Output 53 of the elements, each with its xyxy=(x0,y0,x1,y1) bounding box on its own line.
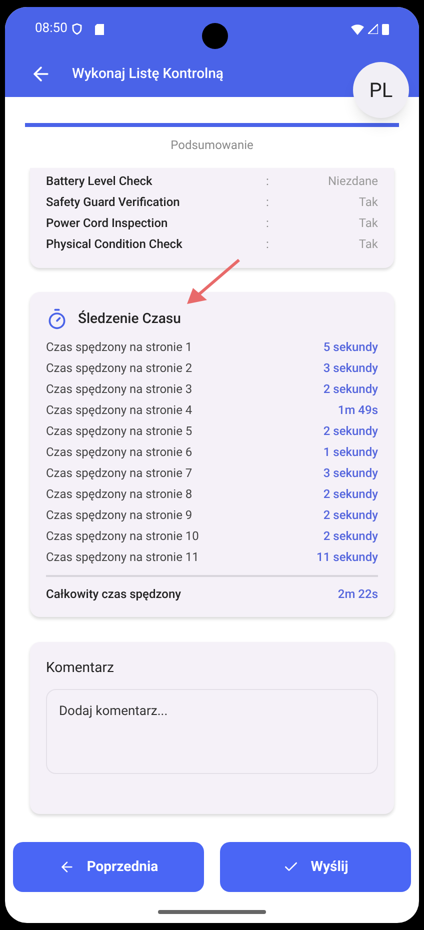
page-time-label: Czas spędzony na stronie 11 xyxy=(46,548,199,566)
camera-cutout xyxy=(202,23,228,49)
battery-icon xyxy=(382,23,389,35)
status-time: 08:50 xyxy=(35,20,68,38)
check-result: Tak xyxy=(358,236,378,252)
page-time-label: Czas spędzony na stronie 2 xyxy=(46,360,192,376)
signal-icon xyxy=(368,24,378,34)
separator: : xyxy=(266,214,269,232)
check-name: Physical Condition Check xyxy=(46,236,184,252)
page-time-label: Czas spędzony na stronie 10 xyxy=(46,528,199,544)
check-name: Battery Level Check xyxy=(46,172,154,190)
page-time-value: 2 sekundy xyxy=(323,506,378,524)
comment-title: Komentarz xyxy=(46,659,115,678)
page-time-label: Czas spędzony na stronie 7 xyxy=(46,464,192,482)
wifi-icon xyxy=(351,24,364,34)
separator: : xyxy=(266,194,269,210)
page-time-value: 2 sekundy xyxy=(323,380,378,398)
sd-card-icon xyxy=(95,24,104,34)
page-time-label: Czas spędzony na stronie 8 xyxy=(46,486,192,502)
check-result: Niezdane xyxy=(328,172,378,190)
page-time-value: 1m 49s xyxy=(338,402,378,418)
check-result: Tak xyxy=(358,214,378,232)
avatar-button[interactable]: PL xyxy=(353,62,409,118)
check-result: Tak xyxy=(358,194,378,210)
separator: : xyxy=(266,172,269,190)
page-time-label: Czas spędzony na stronie 6 xyxy=(46,444,192,460)
timer-icon xyxy=(46,308,68,330)
page-time-label: Czas spędzony na stronie 4 xyxy=(46,402,192,418)
separator: : xyxy=(266,236,269,252)
shield-icon xyxy=(71,23,84,35)
check-name: Power Cord Inspection xyxy=(46,214,169,232)
total-time-label: Całkowity czas spędzony xyxy=(46,586,182,603)
page-time-label: Czas spędzony na stronie 1 xyxy=(46,338,192,356)
previous-button[interactable]: Poprzednia xyxy=(13,842,204,892)
page-time-value: 2 sekundy xyxy=(323,486,378,502)
check-name: Safety Guard Verification xyxy=(46,194,181,210)
arrow-left-icon xyxy=(58,859,75,875)
total-time-value: 2m 22s xyxy=(338,586,378,603)
page-time-label: Czas spędzony na stronie 5 xyxy=(46,422,192,440)
page-time-value: 3 sekundy xyxy=(323,464,378,482)
page-time-value: 1 sekundy xyxy=(323,444,378,460)
page-time-value: 3 sekundy xyxy=(323,360,378,376)
comment-field[interactable]: Dodaj komentarz... xyxy=(46,689,378,774)
page-time-value: 5 sekundy xyxy=(323,338,378,356)
page-time-value: 2 sekundy xyxy=(323,528,378,544)
page-time-value: 2 sekundy xyxy=(323,422,378,440)
page-time-label: Czas spędzony na stronie 9 xyxy=(46,506,192,524)
section-title: Śledzenie Czasu xyxy=(78,309,181,328)
submit-button[interactable]: Wyślij xyxy=(220,842,411,892)
screen-title: Wykonaj Listę Kontrolną xyxy=(72,64,224,84)
page-time-label: Czas spędzony na stronie 3 xyxy=(46,380,192,398)
step-label: Podsumowanie xyxy=(170,137,254,154)
page-time-value: 11 sekundy xyxy=(316,548,378,566)
